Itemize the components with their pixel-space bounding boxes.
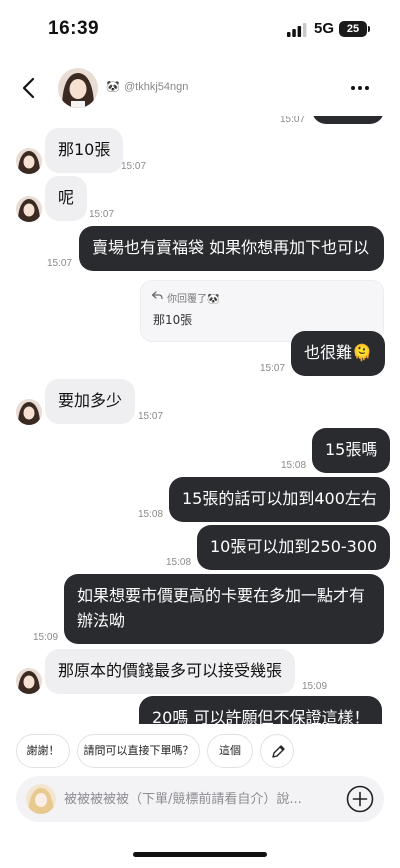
message-bubble-outgoing[interactable]: 15張嗎 [312, 428, 391, 473]
message-bubble-outgoing[interactable]: 賣場也有賣福袋 如果你想再加下也可以 [79, 226, 384, 271]
message-composer [16, 776, 384, 822]
quick-reply-order-directly[interactable]: 請問可以直接下單嗎？ [77, 734, 200, 768]
message-bubble-outgoing[interactable]: 10張可以加到250-300 [197, 525, 391, 570]
quick-reply-this-one[interactable]: 這個 [207, 734, 253, 768]
reply-icon [151, 291, 163, 300]
quick-reply-thanks[interactable]: 謝謝！ [16, 734, 70, 768]
message-timestamp: 15:08 [166, 557, 192, 568]
sender-avatar[interactable] [16, 196, 42, 222]
message-input[interactable] [64, 776, 334, 822]
message-list[interactable]: 15:07 那10張 15:07 呢 15:07 賣場也有賣福袋 如果你想再加下… [0, 116, 400, 724]
status-bar: 16:39 5G 25 [0, 0, 400, 56]
home-indicator [133, 852, 267, 857]
message-timestamp: 15:08 [281, 460, 307, 471]
quoted-message-text: 那10張 [153, 313, 193, 327]
battery-icon: 25 [339, 21, 367, 37]
message-timestamp: 15:09 [33, 632, 59, 643]
message-bubble-outgoing[interactable]: 如果想要市價更高的卡要在多加一點才有辦法呦 [64, 574, 384, 644]
sender-avatar[interactable] [16, 668, 42, 694]
signal-icon [287, 23, 307, 37]
message-timestamp: 15:08 [138, 509, 164, 520]
message-bubble-outgoing [312, 116, 384, 124]
chat-header: 🐼 @tkhkj54ngn [0, 60, 400, 116]
message-bubble-outgoing[interactable]: 20嗎 可以許願但不保證這樣！ [139, 696, 383, 724]
network-type: 5G [314, 20, 335, 37]
edit-quick-replies-button[interactable] [260, 734, 294, 768]
profile-emoji: 🐼 [106, 80, 120, 93]
message-timestamp: 15:07 [260, 363, 286, 374]
pencil-icon [272, 745, 285, 758]
status-time: 16:39 [48, 18, 100, 39]
message-bubble-outgoing[interactable]: 也很難🫠 [291, 331, 385, 376]
message-timestamp: 15:07 [121, 161, 147, 172]
message-bubble-incoming[interactable]: 要加多少 [45, 379, 136, 424]
quick-replies: 謝謝！ 請問可以直接下單嗎？ 這個 [16, 734, 396, 768]
message-timestamp: 15:07 [280, 116, 306, 125]
my-avatar [26, 784, 56, 814]
message-bubble-outgoing[interactable]: 15張的話可以加到400左右 [169, 477, 390, 522]
more-options-icon[interactable] [350, 78, 370, 98]
message-bubble-incoming[interactable]: 那原本的價錢最多可以接受幾張 [45, 649, 296, 694]
battery-cap [368, 26, 370, 32]
add-attachment-icon[interactable] [346, 785, 374, 813]
sender-avatar[interactable] [16, 148, 42, 174]
message-timestamp: 15:07 [89, 209, 115, 220]
message-bubble-incoming[interactable]: 那10張 [45, 128, 124, 173]
avatar[interactable] [58, 68, 98, 108]
reply-label: 你回覆了🐼 [167, 294, 220, 305]
message-timestamp: 15:07 [138, 411, 164, 422]
message-bubble-incoming[interactable]: 呢 [45, 176, 88, 221]
message-timestamp: 15:09 [302, 681, 328, 692]
back-arrow-icon[interactable] [18, 76, 42, 100]
message-timestamp: 15:07 [47, 258, 73, 269]
sender-avatar[interactable] [16, 399, 42, 425]
username[interactable]: @tkhkj54ngn [124, 81, 188, 93]
